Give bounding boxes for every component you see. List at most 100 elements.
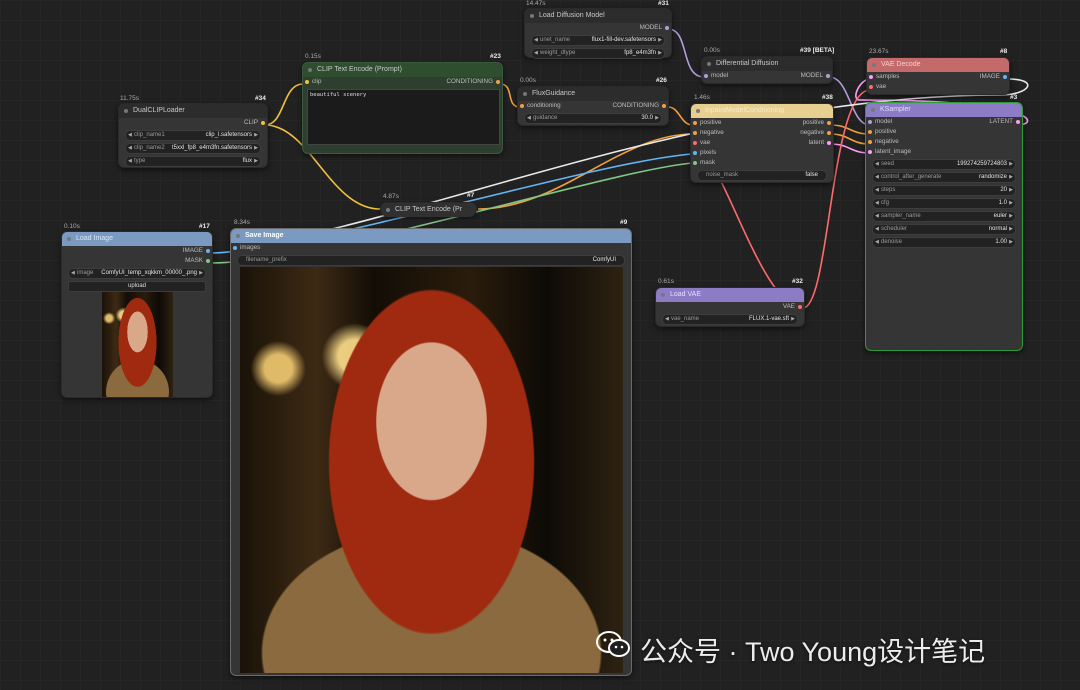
inpaint-pixels-input[interactable]: pixels — [691, 148, 833, 158]
latent-wire-1 — [829, 143, 871, 154]
weight-dtype-label: weight_dtype — [540, 50, 576, 56]
ksampler-positive-input[interactable]: positive — [866, 127, 1022, 137]
inpaint-negative-input[interactable]: negative — [691, 128, 724, 138]
diff-model-output-slot[interactable]: MODEL — [801, 71, 832, 81]
steps-widget[interactable]: steps 20 — [872, 185, 1016, 196]
images-input-slot[interactable]: images — [231, 243, 631, 253]
denoise-widget[interactable]: denoise 1.00 — [872, 237, 1016, 248]
load-image-title[interactable]: Load Image — [62, 232, 212, 246]
inpaint-model-conditioning-node[interactable]: InpaintModelConditioning positive positi… — [690, 103, 834, 183]
flux-guidance-io-row: conditioning CONDITIONING — [518, 101, 668, 111]
cfg-widget[interactable]: cfg 1.0 — [872, 198, 1016, 209]
scheduler-widget[interactable]: scheduler normal — [872, 224, 1016, 235]
type-widget[interactable]: type flux — [125, 156, 261, 167]
image-select-label: image — [77, 270, 94, 276]
upload-button[interactable]: upload — [68, 281, 206, 292]
flux-conditioning-output-slot[interactable]: CONDITIONING — [612, 101, 668, 111]
dual-clip-loader-id: #34 — [255, 95, 266, 102]
inpaint-positive-output[interactable]: positive — [803, 118, 833, 128]
unet-name-value: flux1-fill-dev.safetensors — [591, 37, 656, 43]
load-diffusion-model-node[interactable]: Load Diffusion Model MODEL unet_name flux… — [524, 8, 672, 59]
ksampler-node[interactable]: KSampler model LATENT positive negative … — [865, 102, 1023, 351]
filename-prefix-widget[interactable]: filename_prefix ComfyUI — [237, 255, 625, 266]
clip-name1-value: clip_l.safetensors — [205, 132, 252, 138]
differential-diffusion-node[interactable]: Differential Diffusion model MODEL — [701, 56, 833, 84]
weight-dtype-widget[interactable]: weight_dtype fp8_e4m3fn — [531, 48, 665, 59]
vae-input-slot[interactable]: vae — [867, 82, 1009, 92]
noise-mask-value: false — [805, 172, 818, 178]
steps-value: 20 — [1000, 187, 1007, 193]
guidance-widget[interactable]: guidance 30.0 — [524, 113, 662, 124]
load-diffusion-title[interactable]: Load Diffusion Model — [525, 9, 671, 23]
load-image-node[interactable]: Load Image IMAGE MASK image ComfyUI_temp_… — [61, 231, 213, 398]
model-input-slot[interactable]: model — [702, 71, 728, 81]
conditioning-output-slot[interactable]: CONDITIONING — [446, 77, 502, 87]
noise-mask-toggle[interactable]: noise_mask false — [697, 170, 827, 181]
unet-name-widget[interactable]: unet_name flux1-fill-dev.safetensors — [531, 35, 665, 46]
sampler-name-widget[interactable]: sampler_name euler — [872, 211, 1016, 222]
inpaint-vae-input[interactable]: vae — [691, 138, 710, 148]
scheduler-value: normal — [988, 226, 1007, 232]
clip-text-encode-node[interactable]: CLIP Text Encode (Prompt) clip CONDITION… — [302, 62, 503, 154]
control-after-generate-widget[interactable]: control_after_generate randomize — [872, 172, 1016, 183]
inpaint-mask-input[interactable]: mask — [691, 158, 833, 168]
vae-output-slot[interactable]: VAE — [656, 302, 804, 312]
load-image-image-output[interactable]: IMAGE — [62, 246, 212, 256]
load-image-timing: 0.10s — [64, 223, 80, 230]
save-image-id: #9 — [620, 219, 628, 226]
save-image-timing: 8.34s — [234, 219, 250, 226]
clip-input-slot[interactable]: clip — [303, 77, 321, 87]
clip-text-encode-title[interactable]: CLIP Text Encode (Prompt) — [303, 63, 502, 77]
clip-name1-widget[interactable]: clip_name1 clip_l.safetensors — [125, 130, 261, 141]
load-vae-node[interactable]: Load VAE VAE vae_name FLUX.1-vae.sft — [655, 287, 805, 327]
load-vae-title[interactable]: Load VAE — [656, 288, 804, 302]
ksampler-latent-image-input[interactable]: latent_image — [866, 147, 1022, 157]
type-value: flux — [242, 158, 252, 164]
vae-decode-node[interactable]: VAE Decode samples IMAGE vae — [866, 57, 1010, 95]
clip-output-slot[interactable]: CLIP — [119, 118, 267, 128]
ksampler-negative-input[interactable]: negative — [866, 137, 1022, 147]
image-output-slot[interactable]: IMAGE — [980, 72, 1009, 82]
vae-decode-id: #8 — [1000, 48, 1008, 55]
flux-guidance-title[interactable]: FluxGuidance — [518, 87, 668, 101]
collapsed-clip-title[interactable]: CLIP Text Encode (Pr — [381, 203, 476, 217]
inpaint-positive-input[interactable]: positive — [691, 118, 721, 128]
prompt-textarea[interactable]: beautiful scenery — [307, 89, 500, 145]
load-image-mask-output[interactable]: MASK — [62, 256, 212, 266]
ksampler-title[interactable]: KSampler — [866, 103, 1022, 117]
collapsed-clip-text-encode-node[interactable]: CLIP Text Encode (Pr — [380, 202, 477, 217]
seed-widget[interactable]: seed 199274259724803 — [872, 159, 1016, 170]
model-output-slot[interactable]: MODEL — [525, 23, 671, 33]
flux-guidance-node[interactable]: FluxGuidance conditioning CONDITIONING g… — [517, 86, 669, 126]
seed-value: 199274259724803 — [956, 161, 1007, 167]
vae-decode-title[interactable]: VAE Decode — [867, 58, 1009, 72]
load-diffusion-timing: 14.47s — [526, 0, 546, 7]
samples-input-slot[interactable]: samples — [867, 72, 899, 82]
save-image-title[interactable]: Save Image — [231, 229, 631, 243]
load-vae-id: #32 — [792, 278, 803, 285]
dual-clip-loader-node[interactable]: DualCLIPLoader CLIP clip_name1 clip_l.saf… — [118, 103, 268, 168]
scheduler-label: scheduler — [881, 226, 908, 232]
image-select-value: ComfyUI_temp_xqkkm_00000_.png — [101, 270, 197, 276]
inpaint-negative-output[interactable]: negative — [800, 128, 833, 138]
vae-name-widget[interactable]: vae_name FLUX.1-vae.sft — [662, 314, 798, 325]
inpaint-latent-output[interactable]: latent — [809, 138, 833, 148]
clip-text-encode-timing: 0.15s — [305, 53, 321, 60]
model-wire-2 — [828, 76, 871, 126]
diff-diffusion-title[interactable]: Differential Diffusion — [702, 57, 832, 71]
vae-decode-io-row-1: samples IMAGE — [867, 72, 1009, 82]
sampler-name-value: euler — [993, 213, 1007, 219]
watermark-text: 公众号 · Two Young设计笔记 — [640, 637, 986, 667]
node-graph-canvas[interactable]: 11.75s #34 DualCLIPLoader CLIP clip_name… — [0, 0, 1080, 690]
conditioning-input-slot[interactable]: conditioning — [518, 101, 561, 111]
inpaint-title[interactable]: InpaintModelConditioning — [691, 104, 833, 118]
ksampler-row-1: model LATENT — [866, 117, 1022, 127]
filename-prefix-label: filename_prefix — [246, 257, 287, 263]
save-image-node[interactable]: Save Image images filename_prefix ComfyUI — [230, 228, 632, 676]
dual-clip-loader-title[interactable]: DualCLIPLoader — [119, 104, 267, 118]
image-select-widget[interactable]: image ComfyUI_temp_xqkkm_00000_.png — [68, 268, 206, 279]
inpaint-id: #38 — [822, 94, 833, 101]
ksampler-latent-output[interactable]: LATENT — [989, 117, 1022, 127]
ksampler-model-input[interactable]: model — [866, 117, 892, 127]
clip-name2-widget[interactable]: clip_name2 t5xxl_fp8_e4m3fn.safetensors — [125, 143, 261, 154]
